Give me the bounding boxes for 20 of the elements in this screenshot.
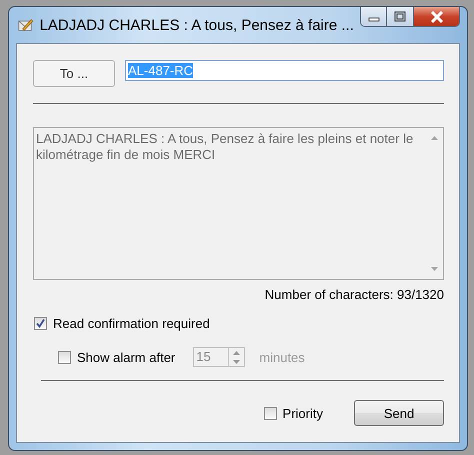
- send-button[interactable]: Send: [354, 400, 444, 426]
- window-title: LADJADJ CHARLES : A tous, Pensez à faire ...: [40, 16, 354, 34]
- message-text: LADJADJ CHARLES : A tous, Pensez à faire les pleins et noter le kilométrage fin de mois MERCI: [35, 130, 414, 164]
- checkbox[interactable]: [34, 317, 47, 330]
- maximize-icon: [394, 11, 406, 22]
- close-icon: [430, 10, 444, 22]
- close-button[interactable]: [413, 7, 459, 26]
- minutes-label: minutes: [259, 350, 305, 364]
- character-count: Number of characters: 93/1320: [264, 287, 444, 302]
- scroll-up-icon[interactable]: [431, 136, 438, 140]
- checkbox-label: Show alarm after: [77, 350, 176, 364]
- scroll-down-icon[interactable]: [431, 267, 438, 271]
- recipient-field[interactable]: AL-487-RC: [125, 60, 444, 81]
- checkbox-label: Priority: [282, 406, 323, 420]
- checkbox[interactable]: [264, 406, 277, 420]
- minimize-button[interactable]: [360, 7, 386, 26]
- to-button[interactable]: To ...: [33, 60, 115, 87]
- envelope-pencil-icon: [18, 16, 34, 34]
- checkbox-label: Read confirmation required: [53, 316, 210, 331]
- maximize-button[interactable]: [386, 7, 414, 26]
